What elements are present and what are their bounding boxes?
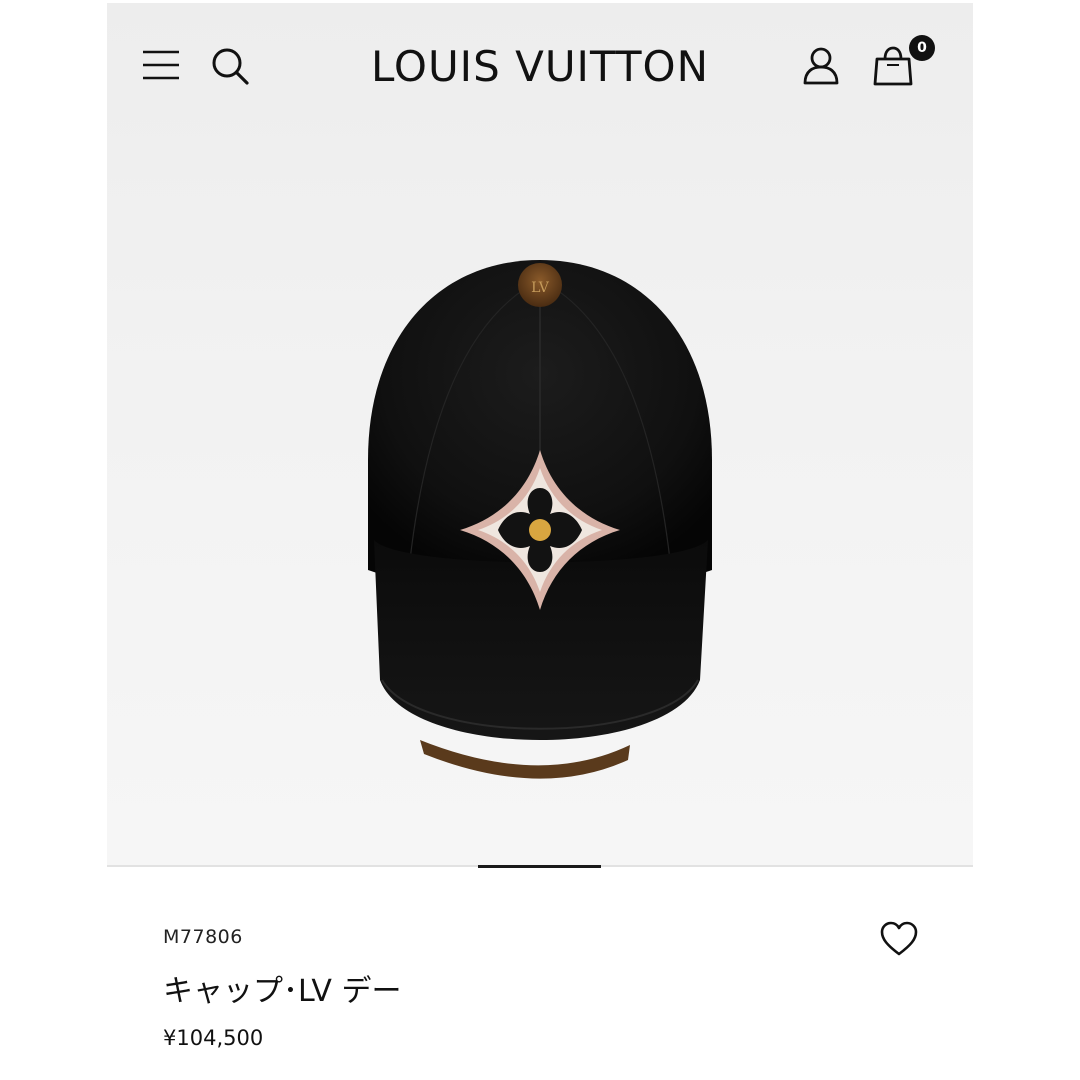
heart-icon[interactable]: [879, 920, 919, 958]
carousel-indicator[interactable]: [478, 865, 601, 868]
menu-icon[interactable]: [141, 47, 181, 83]
product-name: キャップ･LV デー: [163, 974, 402, 1009]
site-header: LOUIS VUITTON 0: [107, 3, 973, 123]
bag-count-badge: 0: [909, 35, 935, 61]
search-icon[interactable]: [211, 47, 249, 85]
account-icon[interactable]: [803, 47, 839, 85]
svg-text:LV: LV: [531, 280, 550, 296]
product-image: LV: [368, 260, 712, 779]
brand-logo[interactable]: LOUIS VUITTON: [307, 39, 773, 95]
product-page: LV LOUIS VUITTON 0 M77806 キャップ･LV デー ¥10…: [0, 0, 1080, 1080]
product-sku: M77806: [163, 926, 243, 948]
product-price: ¥104,500: [163, 1026, 264, 1050]
shopping-bag-icon[interactable]: [873, 45, 913, 87]
